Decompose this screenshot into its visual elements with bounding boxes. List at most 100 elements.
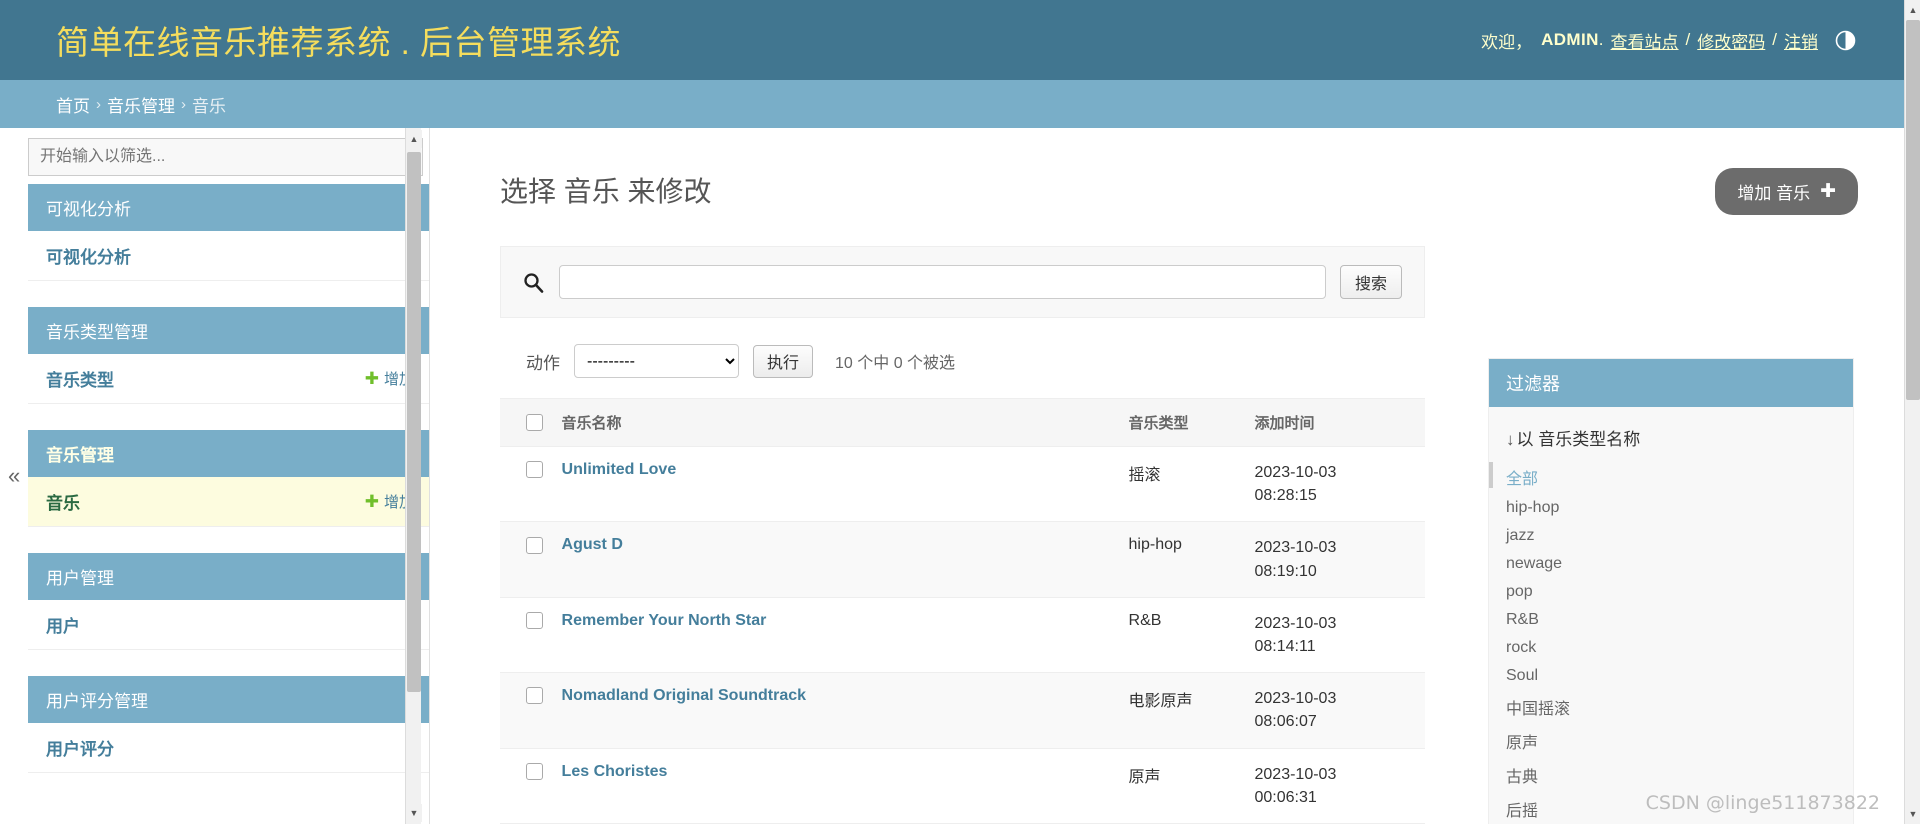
filter-option[interactable]: R&B bbox=[1489, 606, 1853, 634]
body-wrapper: 可视化分析可视化分析音乐类型管理音乐类型✚增加音乐管理音乐✚增加用户管理用户用户… bbox=[0, 128, 1920, 824]
filter-option[interactable]: 中国摇滚 bbox=[1489, 690, 1853, 724]
sidebar-nav: 可视化分析可视化分析音乐类型管理音乐类型✚增加音乐管理音乐✚增加用户管理用户用户… bbox=[0, 128, 430, 824]
results-table-head: 音乐名称 音乐类型 添加时间 bbox=[500, 398, 1425, 447]
filter-option[interactable]: jazz bbox=[1489, 522, 1853, 550]
row-date: 2023-10-03 bbox=[1254, 765, 1337, 783]
row-checkbox[interactable] bbox=[526, 612, 543, 630]
sidebar-item-model[interactable]: 可视化分析 bbox=[28, 231, 429, 281]
filter-group-label: 以 音乐类型名称 bbox=[1516, 430, 1641, 449]
filter-option-link[interactable]: 中国摇滚 bbox=[1506, 701, 1570, 718]
filter-option-link[interactable]: 原声 bbox=[1506, 735, 1538, 752]
row-select-cell bbox=[500, 672, 554, 749]
filter-option[interactable]: 全部 bbox=[1489, 460, 1853, 494]
page-scroll-up-icon[interactable]: ▲ bbox=[1905, 1, 1920, 19]
filter-option-link[interactable]: 全部 bbox=[1506, 471, 1538, 488]
page-scroll-thumb[interactable] bbox=[1906, 20, 1920, 400]
row-name-link[interactable]: Nomadland Original Soundtrack bbox=[562, 687, 806, 704]
row-type-cell: 摇滚 bbox=[1120, 446, 1247, 523]
sidebar-item-current[interactable]: 音乐 ✚ 增加 bbox=[28, 477, 429, 527]
sidebar-scrollbar[interactable]: ▲ ▼ bbox=[405, 128, 422, 824]
scroll-down-icon[interactable]: ▼ bbox=[406, 804, 422, 822]
row-date-cell: 2023-10-03 08:28:15 bbox=[1246, 446, 1425, 523]
logout-link[interactable]: 注销 bbox=[1784, 28, 1818, 53]
page-scroll-down-icon[interactable]: ▼ bbox=[1905, 805, 1920, 823]
row-type-cell: 原声 bbox=[1120, 748, 1247, 824]
filter-option[interactable]: newage bbox=[1489, 550, 1853, 578]
filter-option-link[interactable]: 后摇 bbox=[1506, 803, 1538, 820]
search-icon bbox=[523, 271, 545, 293]
row-name-link[interactable]: Unlimited Love bbox=[562, 461, 677, 478]
sidebar-scroll-thumb[interactable] bbox=[407, 152, 421, 692]
breadcrumb-home[interactable]: 首页 bbox=[56, 92, 90, 117]
sidebar-module-caption[interactable]: 用户管理 bbox=[28, 553, 429, 600]
filter-option-link[interactable]: Soul bbox=[1506, 667, 1538, 684]
sidebar-item-model[interactable]: 音乐类型 ✚ 增加 bbox=[28, 354, 429, 404]
sidebar-modules: 可视化分析 可视化分析 音乐类型管理 音乐类型 ✚ 增加 音乐管理 音乐 ✚ 增加 用户管理 用户 用户… bbox=[28, 184, 429, 773]
column-header-type[interactable]: 音乐类型 bbox=[1120, 398, 1247, 447]
sidebar-item-model[interactable]: 用户评分 bbox=[28, 723, 429, 773]
filter-option-link[interactable]: jazz bbox=[1506, 527, 1534, 544]
search-button[interactable]: 搜索 bbox=[1339, 265, 1402, 299]
filter-option[interactable]: 古典 bbox=[1489, 758, 1853, 792]
row-date: 2023-10-03 bbox=[1254, 614, 1337, 632]
row-checkbox[interactable] bbox=[526, 536, 543, 554]
plus-icon: ✚ bbox=[364, 369, 379, 388]
filter-option[interactable]: rock bbox=[1489, 634, 1853, 662]
add-music-button[interactable]: 增加 音乐 ✚ bbox=[1715, 168, 1858, 215]
sidebar-module-caption[interactable]: 用户评分管理 bbox=[28, 676, 429, 723]
theme-contrast-icon[interactable] bbox=[1834, 29, 1856, 51]
row-name-link[interactable]: Remember Your North Star bbox=[562, 612, 767, 629]
filter-option[interactable]: pop bbox=[1489, 578, 1853, 606]
row-checkbox[interactable] bbox=[526, 687, 543, 705]
site-title: 简单在线音乐推荐系统 . 后台管理系统 bbox=[56, 24, 622, 61]
sidebar-item-label[interactable]: 可视化分析 bbox=[46, 243, 131, 268]
view-site-link[interactable]: 查看站点 bbox=[1611, 28, 1679, 53]
row-checkbox[interactable] bbox=[526, 461, 543, 479]
filter-option[interactable]: hip-hop bbox=[1489, 494, 1853, 522]
filter-group-title[interactable]: ↓ 以 音乐类型名称 bbox=[1489, 407, 1853, 460]
sidebar-item-model[interactable]: 用户 bbox=[28, 600, 429, 650]
sidebar-collapse-toggle[interactable]: « bbox=[8, 465, 20, 487]
breadcrumb-separator-1: › bbox=[96, 95, 101, 113]
breadcrumb-app[interactable]: 音乐管理 bbox=[107, 92, 175, 117]
filter-option-link[interactable]: 古典 bbox=[1506, 769, 1538, 786]
welcome-text: 欢迎， bbox=[1481, 32, 1533, 52]
sidebar-module-caption[interactable]: 音乐管理 bbox=[28, 430, 429, 477]
row-name-cell: Agust D bbox=[553, 521, 1121, 598]
filter-option-link[interactable]: hip-hop bbox=[1506, 499, 1559, 516]
sidebar-module-caption[interactable]: 可视化分析 bbox=[28, 184, 429, 231]
row-date-cell: 2023-10-03 08:19:10 bbox=[1246, 521, 1425, 598]
row-name-cell: Les Choristes bbox=[553, 748, 1121, 824]
breadcrumb: 首页 › 音乐管理 › 音乐 bbox=[0, 80, 1920, 128]
search-input[interactable] bbox=[559, 265, 1326, 299]
run-action-button[interactable]: 执行 bbox=[753, 344, 814, 378]
row-name-link[interactable]: Agust D bbox=[562, 536, 623, 553]
filter-panel: 过滤器 ↓ 以 音乐类型名称 全部 hip-hop jazz newage pop R&B r… bbox=[1488, 358, 1854, 824]
row-checkbox[interactable] bbox=[526, 762, 543, 780]
row-name-link[interactable]: Les Choristes bbox=[562, 763, 668, 780]
page-scrollbar[interactable]: ▲ ▼ bbox=[1904, 0, 1920, 824]
row-type-cell: hip-hop bbox=[1120, 521, 1247, 598]
object-tools: 增加 音乐 ✚ bbox=[1715, 168, 1858, 215]
filter-option[interactable]: 原声 bbox=[1489, 724, 1853, 758]
row-select-cell bbox=[500, 521, 554, 598]
filter-option-link[interactable]: pop bbox=[1506, 583, 1533, 600]
column-header-date[interactable]: 添加时间 bbox=[1246, 398, 1425, 447]
filter-option-link[interactable]: R&B bbox=[1506, 611, 1539, 628]
filter-option-link[interactable]: newage bbox=[1506, 555, 1562, 572]
sidebar-module-caption[interactable]: 音乐类型管理 bbox=[28, 307, 429, 354]
filter-option[interactable]: Soul bbox=[1489, 662, 1853, 690]
sidebar-item-label[interactable]: 音乐 bbox=[46, 489, 80, 514]
sidebar-filter-input[interactable] bbox=[28, 138, 423, 176]
sidebar-item-label[interactable]: 用户 bbox=[46, 612, 80, 637]
column-header-name[interactable]: 音乐名称 bbox=[553, 398, 1121, 447]
action-select[interactable]: --------- bbox=[574, 344, 739, 378]
scroll-up-icon[interactable]: ▲ bbox=[406, 130, 422, 148]
filter-option-link[interactable]: rock bbox=[1506, 639, 1536, 656]
select-all-checkbox[interactable] bbox=[526, 414, 543, 432]
sidebar-item-label[interactable]: 用户评分 bbox=[46, 735, 114, 760]
user-tools: 欢迎， ADMIN . 查看站点 / 修改密码 / 注销 bbox=[1481, 28, 1894, 53]
row-time: 08:06:07 bbox=[1254, 713, 1317, 731]
sidebar-item-label[interactable]: 音乐类型 bbox=[46, 366, 114, 391]
change-password-link[interactable]: 修改密码 bbox=[1697, 28, 1765, 53]
